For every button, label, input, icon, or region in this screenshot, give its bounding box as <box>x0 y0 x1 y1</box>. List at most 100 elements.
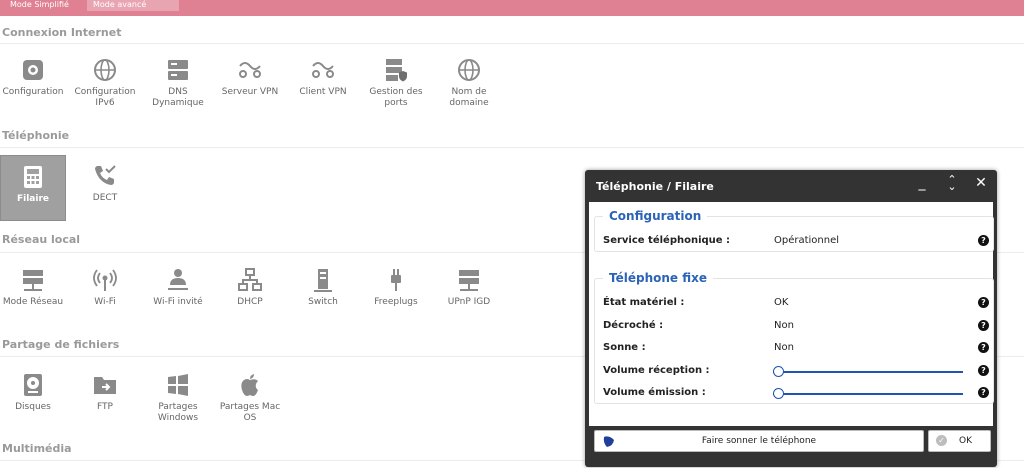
phone-check-icon <box>95 165 116 185</box>
tile-partages-windows[interactable]: Partages Windows <box>145 372 211 424</box>
row-sonne: Sonne : Non ? <box>603 342 989 356</box>
tile-label: Serveur VPN <box>221 87 279 97</box>
disk-icon <box>24 374 42 396</box>
network-box-icon <box>23 270 43 291</box>
tile-nom-de-domaine[interactable]: Nom de domaine <box>436 57 502 109</box>
section-divider <box>0 43 1024 44</box>
tile-label: Mode Réseau <box>2 297 64 307</box>
service-label: Service téléphonique : <box>603 235 731 246</box>
tile-label: DHCP <box>237 297 263 307</box>
help-icon[interactable]: ? <box>978 387 989 398</box>
help-icon[interactable]: ? <box>978 342 989 353</box>
tile-label: Partages Windows <box>157 402 199 423</box>
offhook-value: Non <box>774 320 794 331</box>
tile-wifi-invite[interactable]: Wi-Fi invité <box>145 267 211 308</box>
section-title: Multimédia <box>2 442 72 455</box>
upnp-icon <box>459 270 479 291</box>
tile-ftp[interactable]: FTP <box>72 372 138 413</box>
slider-knob[interactable] <box>773 366 784 377</box>
tile-label: Partages Mac OS <box>219 402 281 423</box>
tile-switch[interactable]: Switch <box>290 267 356 308</box>
tile-serveur-vpn[interactable]: Serveur VPN <box>217 57 283 98</box>
ftp-folder-icon <box>94 377 116 394</box>
volume-emission-slider[interactable] <box>773 388 963 399</box>
fieldset-telephone-fixe: Téléphone fixe État matériel : OK ? Décr… <box>594 271 994 404</box>
check-icon: ✓ <box>936 435 947 446</box>
help-icon[interactable]: ? <box>978 297 989 308</box>
mode-advanced-button[interactable]: Mode avancé <box>87 0 179 11</box>
vol-rx-label: Volume réception : <box>603 365 710 376</box>
maximize-toggle-icon[interactable]: ⌃ ⌄ <box>942 174 962 192</box>
plug-icon <box>391 269 401 291</box>
ring-phone-label: Faire sonner le téléphone <box>701 436 817 446</box>
tile-label: FTP <box>97 402 113 412</box>
switch-icon <box>314 269 332 292</box>
tile-label: Configuration IPv6 <box>74 87 136 108</box>
row-decroche: Décroché : Non ? <box>603 320 989 334</box>
tile-wifi[interactable]: Wi-Fi <box>72 267 138 308</box>
service-value: Opérationnel <box>774 235 840 246</box>
tile-configuration[interactable]: Configuration <box>0 57 66 98</box>
dialog-body: Configuration Service téléphonique : Opé… <box>589 202 994 426</box>
row-volume-emission: Volume émission : ? <box>603 387 989 401</box>
volume-reception-slider[interactable] <box>773 366 963 377</box>
guest-wifi-icon <box>168 269 188 290</box>
help-icon[interactable]: ? <box>978 365 989 376</box>
server-shield-icon <box>386 59 407 82</box>
state-label: État matériel : <box>603 297 685 308</box>
tile-label: Disques <box>15 402 51 412</box>
tile-label: DNS Dynamique <box>152 87 204 108</box>
tile-filaire[interactable]: Filaire <box>0 155 66 221</box>
globe-icon <box>94 59 116 81</box>
windows-icon <box>168 374 188 396</box>
tile-dhcp[interactable]: DHCP <box>217 267 283 308</box>
row-volume-reception: Volume réception : ? <box>603 365 989 379</box>
slider-track <box>773 371 963 373</box>
slider-track <box>773 393 963 395</box>
tile-dect[interactable]: DECT <box>72 163 138 204</box>
tile-label: Switch <box>308 297 338 307</box>
vpn-icon <box>239 62 261 78</box>
tile-mode-reseau[interactable]: Mode Réseau <box>0 267 66 308</box>
wifi-icon <box>93 269 117 291</box>
close-icon[interactable]: ✕ <box>971 175 991 191</box>
ring-value: Non <box>774 342 794 353</box>
tile-partages-macos[interactable]: Partages Mac OS <box>217 372 283 424</box>
state-value: OK <box>774 297 789 308</box>
tile-label: UPnP IGD <box>447 297 491 307</box>
tile-configuration-ipv6[interactable]: Configuration IPv6 <box>72 57 138 109</box>
gear-icon <box>23 60 43 80</box>
mode-simple-button[interactable]: Mode Simplifié <box>4 0 90 11</box>
tile-label: Wi-Fi <box>94 297 116 307</box>
apple-icon <box>241 374 258 396</box>
section-divider <box>0 147 1024 148</box>
tile-upnp-igd[interactable]: UPnP IGD <box>436 267 502 308</box>
tile-gestion-des-ports[interactable]: Gestion des ports <box>363 57 429 109</box>
ring-phone-button[interactable]: Faire sonner le téléphone <box>594 430 924 452</box>
ok-label: OK <box>959 436 972 446</box>
top-bar: Mode Simplifié Mode avancé <box>0 0 1024 16</box>
legend-configuration: Configuration <box>603 209 708 223</box>
row-service: Service téléphonique : Opérationnel ? <box>603 235 989 249</box>
ok-button[interactable]: ✓ OK <box>928 430 991 452</box>
tile-label: Freeplugs <box>374 297 418 307</box>
desk-phone-icon <box>24 166 42 188</box>
dhcp-icon <box>238 268 262 291</box>
legend-telephone-fixe: Téléphone fixe <box>603 271 713 285</box>
tile-disques[interactable]: Disques <box>0 372 66 413</box>
vol-tx-label: Volume émission : <box>603 387 706 398</box>
minimize-icon[interactable]: _ <box>912 175 932 191</box>
section-title: Connexion Internet <box>2 26 122 39</box>
tile-dns-dynamique[interactable]: DNS Dynamique <box>145 57 211 109</box>
help-icon[interactable]: ? <box>978 235 989 246</box>
telephony-dialog: Téléphonie / Filaire _ ⌃ ⌄ ✕ Configuratio… <box>585 170 997 467</box>
tile-label: Wi-Fi invité <box>153 297 203 307</box>
tile-label: Filaire <box>16 194 50 204</box>
help-icon[interactable]: ? <box>978 320 989 331</box>
row-etat: État matériel : OK ? <box>603 297 989 311</box>
slider-knob[interactable] <box>773 388 784 399</box>
tile-label: DECT <box>92 193 118 203</box>
tile-freeplugs[interactable]: Freeplugs <box>363 267 429 308</box>
tile-client-vpn[interactable]: Client VPN <box>290 57 356 98</box>
section-title: Téléphonie <box>2 129 70 142</box>
